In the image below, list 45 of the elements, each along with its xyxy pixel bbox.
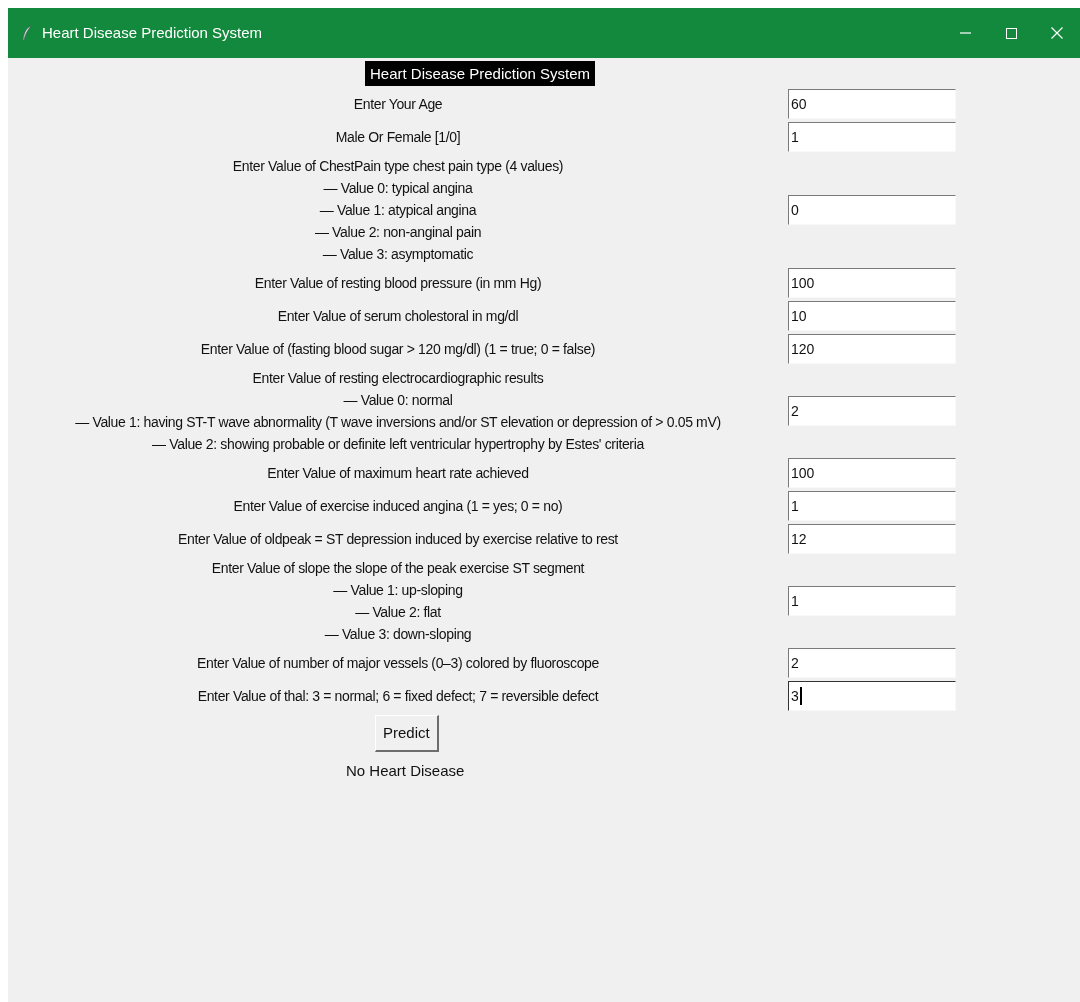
- close-icon: [1051, 27, 1063, 39]
- window-title: Heart Disease Prediction System: [42, 22, 263, 43]
- option-line: — Value 1: having ST-T wave abnormality (T wave inversions and/or ST elevation or depression of > 0.05 mV): [75, 413, 721, 432]
- field-label: Enter Value of maximum heart rate achieved: [267, 464, 529, 483]
- field-label: Enter Value of resting electrocardiographic results: [252, 369, 544, 388]
- field-label: Enter Value of serum cholestoral in mg/dl: [277, 307, 519, 326]
- input-field[interactable]: 120: [788, 334, 956, 364]
- field-label: Enter Value of number of major vessels (0–3) colored by fluoroscope: [197, 654, 599, 673]
- input-field[interactable]: 3: [788, 681, 956, 711]
- option-line: — Value 1: atypical angina: [319, 201, 477, 220]
- option-line: — Value 2: non-anginal pain: [314, 223, 482, 242]
- input-field[interactable]: 1: [788, 586, 956, 616]
- feather-icon: [22, 25, 32, 41]
- input-field[interactable]: 100: [788, 268, 956, 298]
- input-field[interactable]: 10: [788, 301, 956, 331]
- input-field[interactable]: 12: [788, 524, 956, 554]
- field-label: Enter Value of ChestPain type chest pain type (4 values): [232, 157, 564, 176]
- field-label: Enter Value of oldpeak = ST depression induced by exercise relative to rest: [178, 530, 618, 549]
- result-text: No Heart Disease: [346, 761, 465, 781]
- field-label: Enter Value of slope the slope of the peak exercise ST segment: [211, 559, 585, 578]
- option-line: — Value 2: flat: [355, 603, 441, 622]
- text-cursor-icon: [799, 687, 802, 705]
- field-label: Enter Value of thal: 3 = normal; 6 = fixed defect; 7 = reversible defect: [197, 687, 599, 706]
- minimize-icon: [959, 32, 971, 34]
- field-label: Enter Value of (fasting blood sugar > 120 mg/dl) (1 = true; 0 = false): [200, 340, 596, 359]
- option-line: — Value 0: typical angina: [323, 179, 473, 198]
- option-line: — Value 3: asymptomatic: [322, 245, 474, 264]
- field-label: Enter Your Age: [353, 95, 443, 114]
- option-line: — Value 2: showing probable or definite left ventricular hypertrophy by Estes' criteria: [152, 435, 644, 454]
- field-label: Male Or Female [1/0]: [335, 128, 461, 147]
- option-line: — Value 1: up-sloping: [333, 581, 463, 600]
- option-line: — Value 3: down-sloping: [324, 625, 472, 644]
- field-label: Enter Value of exercise induced angina (1 = yes; 0 = no): [233, 497, 563, 516]
- maximize-icon: [1005, 27, 1017, 39]
- input-field[interactable]: 0: [788, 195, 956, 225]
- input-field[interactable]: 60: [788, 89, 956, 119]
- input-field[interactable]: 2: [788, 648, 956, 678]
- input-field[interactable]: 2: [788, 396, 956, 426]
- field-label: Enter Value of resting blood pressure (in mm Hg): [254, 274, 542, 293]
- form-heading: Heart Disease Prediction System: [365, 61, 596, 86]
- option-line: — Value 0: normal: [343, 391, 453, 410]
- input-field[interactable]: 1: [788, 122, 956, 152]
- input-field[interactable]: 1: [788, 491, 956, 521]
- predict-button[interactable]: Predict: [375, 715, 439, 752]
- input-field[interactable]: 100: [788, 458, 956, 488]
